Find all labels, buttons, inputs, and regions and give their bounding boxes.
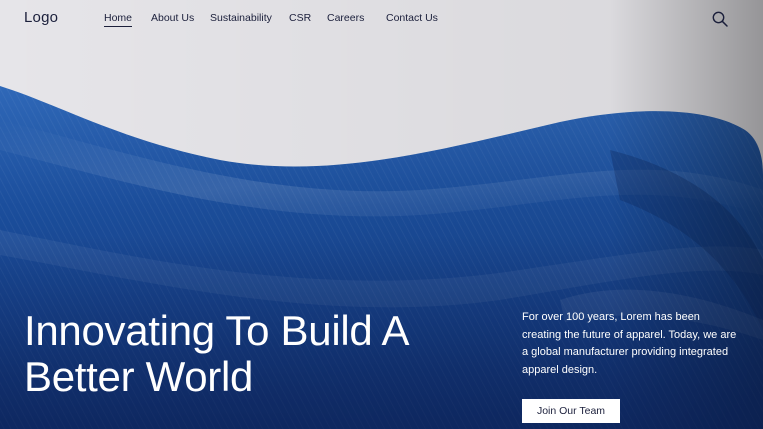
nav-item-home[interactable]: Home bbox=[104, 12, 133, 27]
hero-headline-line-2: Better World bbox=[24, 353, 254, 400]
nav-item-sustainability[interactable]: Sustainability bbox=[210, 12, 272, 24]
join-our-team-button[interactable]: Join Our Team bbox=[522, 399, 620, 423]
hero-headline: Innovating To Build A Better World bbox=[24, 308, 504, 400]
top-navigation: Logo Home About Us Sustainability CSR Ca… bbox=[0, 0, 763, 38]
hero-headline-line-1: Innovating To Build A bbox=[24, 307, 410, 354]
nav-item-about-us[interactable]: About Us bbox=[151, 12, 194, 24]
nav-item-careers[interactable]: Careers bbox=[327, 12, 364, 24]
hero-description: For over 100 years, Lorem has been creat… bbox=[522, 311, 737, 376]
search-icon[interactable] bbox=[711, 10, 729, 28]
nav-item-contact-us[interactable]: Contact Us bbox=[386, 12, 438, 24]
nav-item-csr[interactable]: CSR bbox=[289, 12, 311, 24]
logo[interactable]: Logo bbox=[24, 9, 58, 26]
